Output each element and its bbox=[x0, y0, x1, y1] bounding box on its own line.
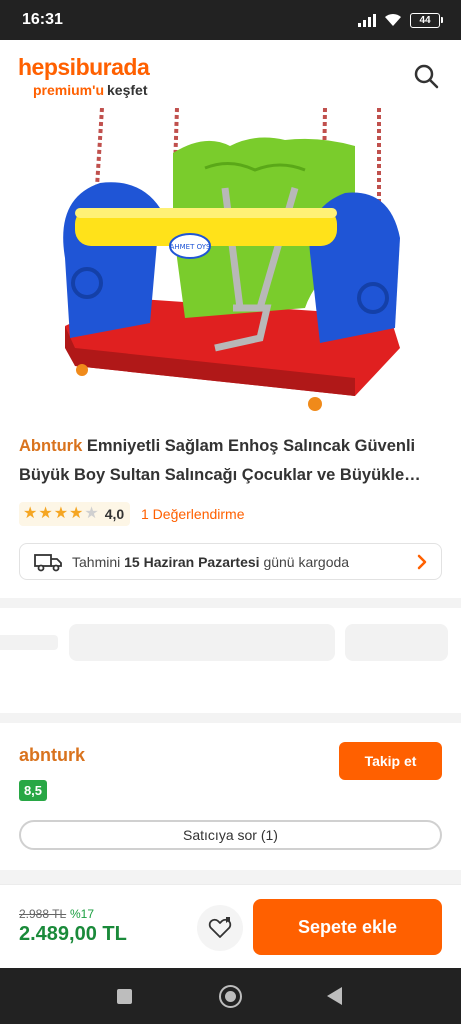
section-divider bbox=[0, 713, 461, 723]
recents-icon[interactable] bbox=[117, 989, 132, 1004]
signal-icon bbox=[358, 13, 376, 27]
product-title: Abnturk Emniyetli Sağlam Enhoş Salıncak … bbox=[19, 432, 444, 490]
shipping-text: Tahmini 15 Haziran Pazartesi günü kargod… bbox=[72, 553, 350, 570]
purchase-bar: 2.988 TL %17 2.489,00 TL Sepete ekle bbox=[0, 884, 461, 968]
kesfet-label: keşfet bbox=[107, 82, 148, 98]
battery-level: 44 bbox=[410, 12, 440, 28]
heart-icon bbox=[208, 917, 232, 938]
chevron-right-icon bbox=[417, 554, 427, 570]
shipping-estimate[interactable]: Tahmini 15 Haziran Pazartesi günü kargod… bbox=[19, 543, 442, 580]
seller-name[interactable]: abnturk bbox=[19, 745, 85, 766]
back-icon[interactable] bbox=[327, 987, 342, 1005]
rating-value: 4,0 bbox=[104, 506, 125, 522]
add-to-cart-button[interactable]: Sepete ekle bbox=[253, 899, 442, 955]
truck-icon bbox=[34, 553, 62, 571]
hepsiburada-logo[interactable]: hepsiburada bbox=[18, 54, 150, 81]
search-icon[interactable] bbox=[413, 63, 439, 89]
section-divider bbox=[0, 598, 461, 608]
old-price: 2.988 TL bbox=[19, 907, 67, 921]
star-icon: ★ bbox=[84, 505, 99, 522]
home-icon[interactable] bbox=[219, 985, 242, 1008]
star-icon: ★ bbox=[69, 505, 84, 522]
product-image-logo: AHMET OYS bbox=[170, 243, 211, 251]
title-line-1: Emniyetli Sağlam Enhoş Salıncak Güvenli bbox=[86, 437, 416, 455]
rating-stars: ★ ★ ★ ★ ★ bbox=[23, 506, 99, 522]
title-line-2: Büyük Boy Sultan Salıncağı Çocuklar ve B… bbox=[19, 466, 421, 484]
app-header: hepsiburada premium'u keşfet bbox=[0, 40, 461, 110]
brand-link[interactable]: Abnturk bbox=[19, 437, 82, 455]
reviews-link[interactable]: 1 Değerlendirme bbox=[141, 506, 245, 522]
product-image[interactable]: AHMET OYS bbox=[55, 108, 405, 413]
skeleton-placeholder bbox=[69, 624, 335, 661]
system-nav-bar bbox=[0, 968, 461, 1024]
star-icon: ★ bbox=[38, 505, 53, 522]
status-time: 16:31 bbox=[22, 11, 63, 28]
battery-icon: 44 bbox=[410, 12, 443, 28]
favorite-button[interactable] bbox=[197, 905, 243, 951]
premium-link[interactable]: premium'u keşfet bbox=[33, 82, 147, 98]
status-bar: 16:31 44 bbox=[0, 0, 461, 40]
follow-button[interactable]: Takip et bbox=[339, 742, 442, 780]
discount-badge: %17 bbox=[70, 907, 95, 921]
wifi-icon bbox=[385, 13, 401, 26]
skeleton-placeholder bbox=[0, 635, 58, 650]
skeleton-placeholder bbox=[345, 624, 448, 661]
ask-seller-button[interactable]: Satıcıya sor (1) bbox=[19, 820, 442, 850]
star-icon: ★ bbox=[23, 505, 38, 522]
seller-score-badge: 8,5 bbox=[19, 780, 47, 801]
star-icon: ★ bbox=[53, 505, 69, 522]
section-divider bbox=[0, 870, 461, 884]
status-icons: 44 bbox=[358, 12, 443, 28]
premium-label: premium'u bbox=[33, 82, 105, 98]
current-price: 2.489,00 TL bbox=[19, 923, 127, 945]
rating-box[interactable]: ★ ★ ★ ★ ★ 4,0 bbox=[19, 502, 131, 526]
